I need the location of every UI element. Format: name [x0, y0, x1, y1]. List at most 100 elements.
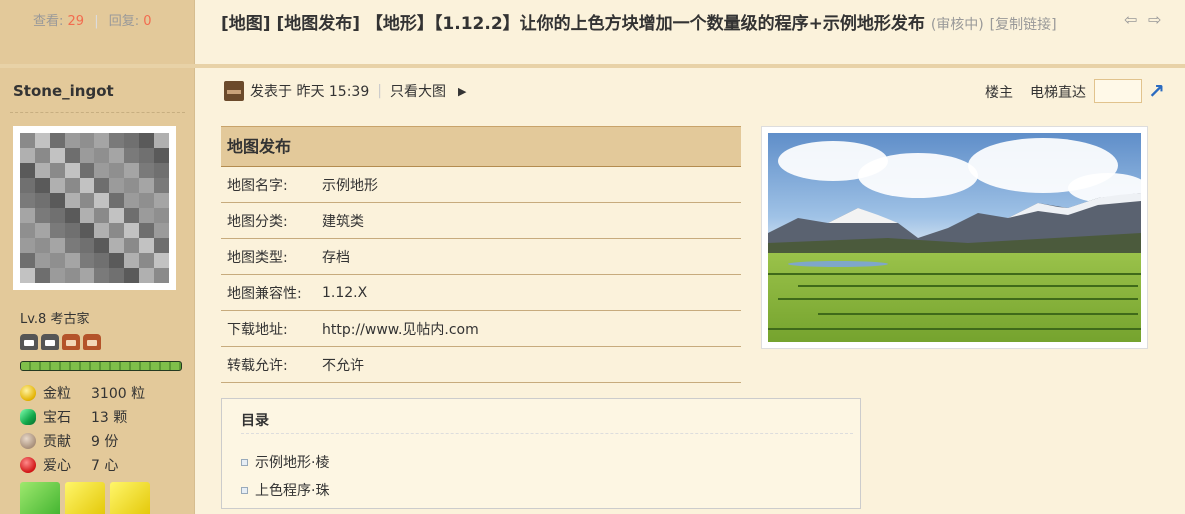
- avatar-pixel: [20, 148, 35, 163]
- credit-value: 3100 粒: [91, 386, 146, 402]
- table-row: 地图兼容性: 1.12.X: [221, 275, 741, 311]
- avatar-pixel: [124, 223, 140, 238]
- level-icons: [20, 334, 101, 350]
- avatar-pixel: [34, 133, 50, 148]
- avatar-pixel: [20, 253, 35, 268]
- avatar-pixel: [154, 148, 169, 163]
- avatar-pixel: [154, 133, 169, 148]
- avatar-pixel: [109, 148, 125, 163]
- landscape-image: [768, 133, 1141, 342]
- credits-list: 金粒 3100 粒 宝石 13 颗 贡献 9 份 爱心 7 心: [20, 381, 145, 477]
- avatar-pixel: [124, 178, 140, 193]
- contribution-icon: [20, 433, 36, 449]
- views-count: 29: [67, 14, 85, 29]
- avatar-pixel: [64, 253, 80, 268]
- download-link[interactable]: http://www.见帖内.com: [322, 319, 479, 339]
- big-image-only-link[interactable]: 只看大图: [390, 81, 446, 101]
- avatar-pixel: [49, 193, 65, 208]
- table-row: 地图名字: 示例地形: [221, 167, 741, 203]
- pickaxe-medal-icon[interactable]: [65, 482, 105, 514]
- triangle-right-icon[interactable]: ▶: [458, 85, 466, 98]
- toc-item[interactable]: 上色程序·珠: [241, 480, 329, 500]
- floor-jump-input[interactable]: [1094, 79, 1142, 103]
- avatar-pixel: [49, 163, 65, 178]
- copy-link[interactable]: [复制链接]: [990, 17, 1057, 33]
- thread-header: [地图] [地图发布] 【地形】【1.12.2】让你的上色方块增加一个数量级的程…: [196, 0, 1185, 64]
- avatar-pixel: [34, 163, 50, 178]
- op-label: 楼主: [985, 85, 1013, 101]
- thread-title-text: [地图] [地图发布] 【地形】【1.12.2】让你的上色方块增加一个数量级的程…: [221, 14, 925, 34]
- avatar-pixel: [20, 238, 35, 253]
- table-of-contents: 目录 示例地形·棱 上色程序·珠: [221, 398, 861, 509]
- thread-title: [地图] [地图发布] 【地形】【1.12.2】让你的上色方块增加一个数量级的程…: [221, 11, 1101, 38]
- toc-item-label[interactable]: 上色程序·珠: [255, 480, 329, 500]
- row-value: 1.12.X: [322, 284, 368, 301]
- terrace-line: [768, 328, 1141, 330]
- avatar-pixel: [34, 208, 50, 223]
- credit-value: 9 份: [91, 434, 119, 450]
- avatar-pixel: [64, 268, 80, 283]
- toc-item[interactable]: 示例地形·棱: [241, 452, 329, 472]
- avatar-pixel: [64, 238, 80, 253]
- avatar-pixel: [139, 268, 155, 283]
- avatar-pixel: [139, 208, 155, 223]
- elevator-label: 电梯直达: [1030, 85, 1086, 101]
- map-screenshot[interactable]: [761, 126, 1148, 349]
- avatar-pixel: [124, 208, 140, 223]
- arrow-right-icon[interactable]: ⇨: [1148, 12, 1164, 28]
- avatar-pixel: [64, 223, 80, 238]
- avatar-pixel: [139, 133, 155, 148]
- avatar-pixel: [154, 193, 169, 208]
- avatar-pixel: [20, 193, 35, 208]
- avatar-pixel: [64, 193, 80, 208]
- avatar-pixel: [124, 253, 140, 268]
- author-name[interactable]: Stone_ingot: [13, 82, 114, 100]
- iron-helmet-icon: [41, 334, 59, 350]
- row-value: 建筑类: [322, 213, 364, 230]
- pickaxe-medal-icon[interactable]: [110, 482, 150, 514]
- user-level: Lv.8 考古家: [20, 312, 90, 327]
- toc-item-label[interactable]: 示例地形·棱: [255, 452, 329, 472]
- thread-stats-panel: 查看: 29 | 回复: 0: [0, 0, 195, 64]
- avatar-pixel: [139, 238, 155, 253]
- medal-icon[interactable]: [20, 482, 60, 514]
- credit-gold: 金粒 3100 粒: [20, 381, 145, 405]
- map-info-table: 地图发布 地图名字: 示例地形 地图分类: 建筑类 地图类型: 存档 地图兼容性…: [221, 126, 741, 383]
- row-value: 示例地形: [322, 177, 378, 194]
- avatar-pixel: [109, 178, 125, 193]
- go-icon[interactable]: ↗: [1148, 79, 1168, 103]
- avatar-pixel: [154, 178, 169, 193]
- table-row: 地图分类: 建筑类: [221, 203, 741, 239]
- row-key: 地图兼容性:: [227, 285, 302, 302]
- apple-icon: [20, 457, 36, 473]
- avatar-pixel: [139, 163, 155, 178]
- avatar-pixel: [34, 223, 50, 238]
- avatar-pixel: [34, 238, 50, 253]
- leather-helmet-icon: [83, 334, 101, 350]
- avatar-pixel: [34, 193, 50, 208]
- iron-helmet-icon: [20, 334, 38, 350]
- credit-label: 贡献: [43, 434, 71, 450]
- table-row: 转载允许: 不允许: [221, 347, 741, 383]
- avatar-pixel: [49, 178, 65, 193]
- arrow-left-icon[interactable]: ⇦: [1124, 12, 1140, 28]
- avatar-pixel: [20, 208, 35, 223]
- avatar-pixel: [64, 178, 80, 193]
- avatar[interactable]: [13, 126, 176, 290]
- avatar-pixel: [124, 193, 140, 208]
- sidebar-divider: [10, 112, 185, 113]
- avatar-pixel: [94, 193, 110, 208]
- views-label: 查看:: [33, 14, 64, 29]
- square-bullet-icon: [241, 458, 248, 466]
- avatar-pixel: [154, 238, 169, 253]
- avatar-pixel: [20, 163, 35, 178]
- avatar-pixel: [94, 268, 110, 283]
- avatar-pixel: [124, 163, 140, 178]
- author-sidebar: Stone_ingot Lv.8 考古家 金粒 3100 粒 宝石 13 颗 贡…: [0, 68, 195, 514]
- terrace-line: [818, 313, 1138, 315]
- avatar-pixel: [154, 223, 169, 238]
- review-status: (审核中): [930, 17, 984, 33]
- meta-separator: |: [377, 83, 382, 99]
- avatar-pixel: [49, 238, 65, 253]
- row-key: 地图类型:: [227, 249, 288, 266]
